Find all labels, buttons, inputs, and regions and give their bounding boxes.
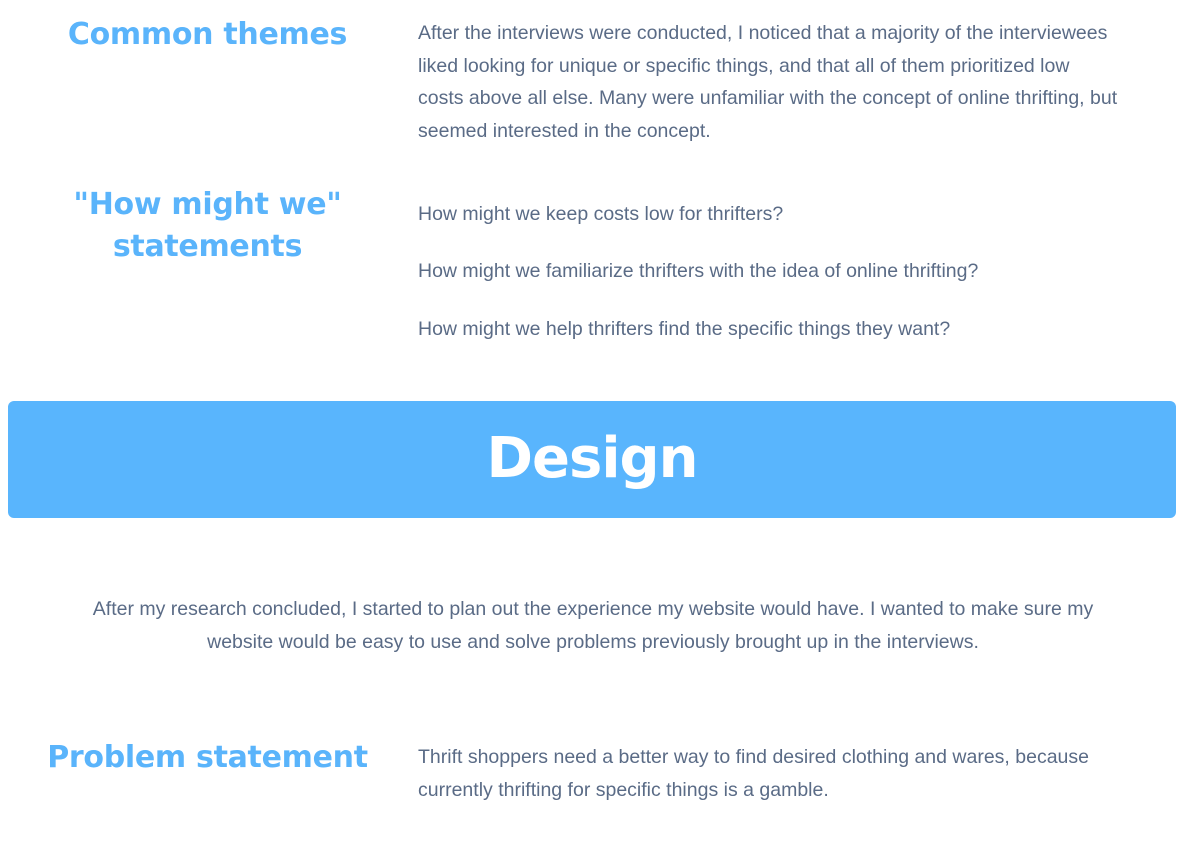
design-section-title: Design (486, 425, 699, 491)
problem-statement-heading: Problem statement (47, 740, 368, 775)
how-might-we-statement: How might we keep costs low for thrifter… (418, 203, 784, 225)
common-themes-text: After the interviews were conducted, I n… (418, 22, 1118, 142)
how-might-we-statement: How might we help thrifters find the spe… (418, 318, 951, 340)
common-themes-heading: Common themes (67, 17, 348, 52)
design-section-banner: Design (8, 401, 1176, 518)
problem-statement-text: Thrift shoppers need a better way to fin… (418, 746, 1089, 801)
how-might-we-statement: How might we familiarize thrifters with … (418, 260, 979, 282)
design-intro-text: After my research concluded, I started t… (92, 598, 1094, 653)
how-might-we-heading: "How might we" statements (73, 187, 342, 264)
